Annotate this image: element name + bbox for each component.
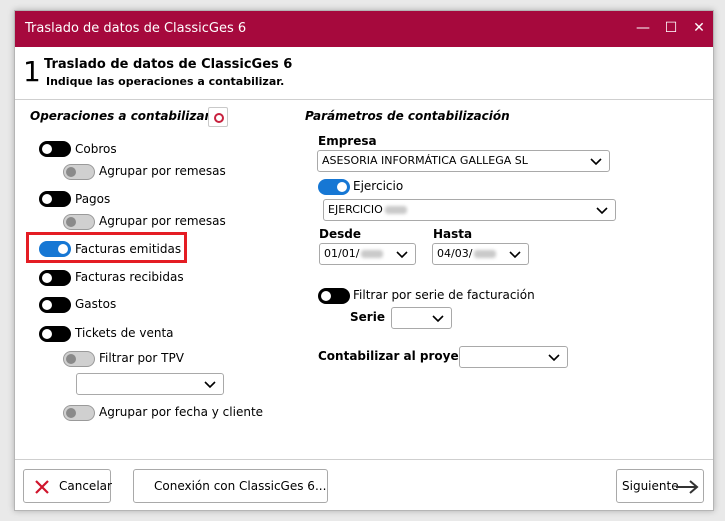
- toggle-gastos[interactable]: [39, 297, 71, 313]
- hasta-date-input[interactable]: 04/03/: [432, 243, 529, 265]
- chevron-down-icon: [548, 354, 560, 362]
- toggle-cobros[interactable]: [39, 141, 71, 157]
- label-tickets-venta: Tickets de venta: [75, 326, 174, 340]
- window-title: Traslado de datos de ClassicGes 6: [25, 21, 247, 36]
- redacted-blur: [474, 250, 497, 258]
- toggle-facturas-recibidas[interactable]: [39, 270, 71, 286]
- title-bar: Traslado de datos de ClassicGes 6 — ☐ ✕: [15, 11, 713, 47]
- desde-date-input[interactable]: 01/01/: [319, 243, 416, 265]
- chevron-down-icon: [204, 381, 216, 389]
- toggle-facturas-emitidas[interactable]: [39, 241, 71, 257]
- close-icon[interactable]: ✕: [689, 20, 709, 36]
- tpv-select[interactable]: [76, 373, 224, 395]
- label-agrupar-fecha-cliente: Agrupar por fecha y cliente: [99, 405, 264, 419]
- chevron-down-icon: [396, 251, 408, 259]
- toggle-ejercicio[interactable]: [318, 179, 350, 195]
- ejercicio-label: Ejercicio: [353, 179, 404, 193]
- toggle-agrupar-remesas-cobros[interactable]: [63, 164, 95, 180]
- parametros-title: Parámetros de contabilización: [305, 109, 510, 123]
- toggle-tickets-venta[interactable]: [39, 326, 71, 342]
- refresh-button[interactable]: [208, 107, 228, 127]
- chevron-down-icon: [590, 158, 602, 166]
- step-title: Traslado de datos de ClassicGes 6: [44, 57, 293, 72]
- ejercicio-select[interactable]: EJERCICIO: [323, 199, 616, 221]
- arrow-right-icon: [676, 480, 699, 494]
- connection-button-label: Conexión con ClassicGes 6...: [154, 479, 327, 493]
- hasta-date-value: 04/03/: [437, 247, 497, 260]
- step-number: 1: [23, 55, 41, 88]
- ejercicio-select-value: EJERCICIO: [328, 203, 407, 216]
- footer-divider: [15, 459, 713, 460]
- hasta-label: Hasta: [433, 227, 473, 241]
- dialog-window: Traslado de datos de ClassicGes 6 — ☐ ✕ …: [14, 10, 714, 511]
- desde-date-value: 01/01/: [324, 247, 384, 260]
- proyecto-select[interactable]: [459, 346, 568, 368]
- label-pagos: Pagos: [75, 192, 111, 206]
- filtrar-serie-label: Filtrar por serie de facturación: [353, 288, 535, 302]
- desde-label: Desde: [319, 227, 361, 241]
- label-facturas-recibidas: Facturas recibidas: [75, 270, 184, 284]
- empresa-label: Empresa: [318, 134, 377, 148]
- serie-select[interactable]: [391, 307, 452, 329]
- minimize-icon[interactable]: —: [633, 20, 653, 36]
- next-button-label: Siguiente: [622, 479, 679, 493]
- toggle-filtrar-tpv[interactable]: [63, 351, 95, 367]
- redacted-blur: [384, 206, 407, 214]
- maximize-icon[interactable]: ☐: [661, 20, 681, 36]
- toggle-agrupar-remesas-pagos[interactable]: [63, 214, 95, 230]
- empresa-select[interactable]: ASESORIA INFORMÁTICA GALLEGA SL: [317, 150, 610, 172]
- toggle-filtrar-serie[interactable]: [318, 288, 350, 304]
- next-button[interactable]: Siguiente: [616, 469, 704, 503]
- cancel-button[interactable]: Cancelar: [23, 469, 112, 503]
- operaciones-title: Operaciones a contabilizar: [30, 109, 211, 123]
- proyecto-label: Contabilizar al proyecto: [318, 349, 480, 363]
- header-divider: [15, 99, 713, 100]
- label-cobros: Cobros: [75, 142, 117, 156]
- step-subtitle: Indique las operaciones a contabilizar.: [46, 75, 285, 88]
- chevron-down-icon: [432, 315, 444, 323]
- redacted-blur: [361, 250, 384, 258]
- toggle-agrupar-fecha-cliente[interactable]: [63, 405, 95, 421]
- chevron-down-icon: [509, 251, 521, 259]
- label-gastos: Gastos: [75, 297, 117, 311]
- close-icon: [35, 480, 49, 494]
- serie-label: Serie: [350, 310, 385, 324]
- connection-button[interactable]: Conexión con ClassicGes 6...: [133, 469, 328, 503]
- label-agrupar-remesas-pagos: Agrupar por remesas: [99, 214, 226, 228]
- empresa-select-value: ASESORIA INFORMÁTICA GALLEGA SL: [322, 154, 528, 167]
- chevron-down-icon: [596, 207, 608, 215]
- cancel-button-label: Cancelar: [59, 479, 112, 493]
- label-facturas-emitidas: Facturas emitidas: [75, 242, 182, 256]
- label-agrupar-remesas-cobros: Agrupar por remesas: [99, 164, 226, 178]
- toggle-pagos[interactable]: [39, 191, 71, 207]
- label-filtrar-tpv: Filtrar por TPV: [99, 351, 184, 365]
